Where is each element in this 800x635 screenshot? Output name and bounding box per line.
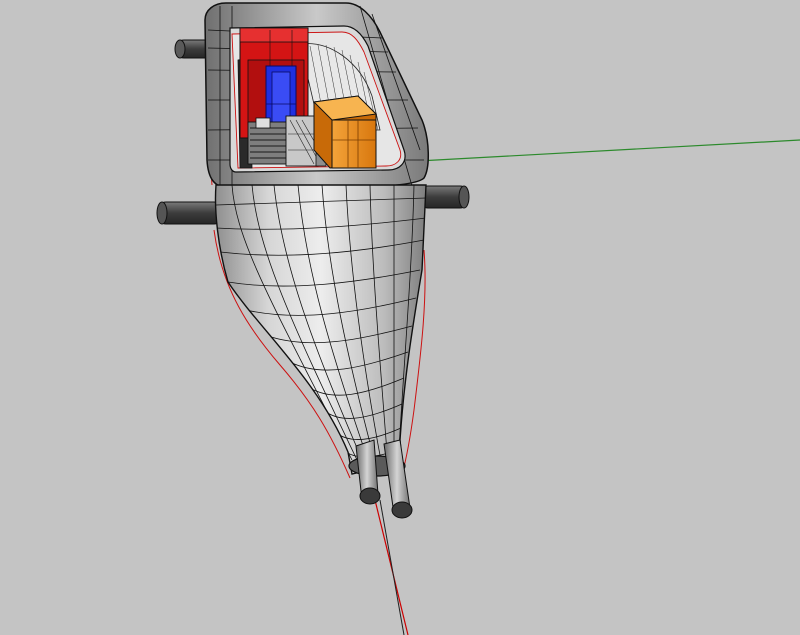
viewport-canvas[interactable] (0, 0, 800, 635)
orange-box-component[interactable] (312, 95, 378, 169)
3d-viewport[interactable] (0, 0, 800, 635)
